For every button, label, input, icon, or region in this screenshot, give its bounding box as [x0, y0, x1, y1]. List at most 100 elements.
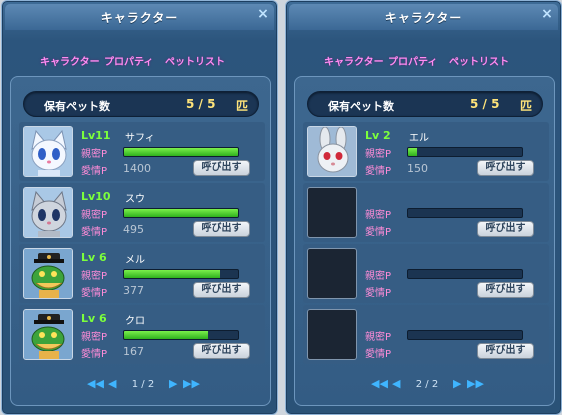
affection-value: 495 — [123, 223, 144, 236]
pet-slot[interactable]: 親密P 愛情P 呼び出す — [303, 244, 549, 303]
first-page-icon[interactable]: ◀◀ — [87, 377, 104, 390]
summon-button[interactable]: 呼び出す — [193, 282, 250, 298]
pet-count-bar: 保有ペット数 5 / 5 匹 — [307, 91, 543, 117]
prev-page-icon[interactable]: ◀ — [108, 377, 116, 390]
affection-label: 愛情P — [81, 349, 108, 360]
white-cat-pet-icon — [24, 127, 72, 176]
window-title: キャラクター — [100, 11, 179, 25]
close-icon[interactable]: × — [256, 7, 270, 21]
intimacy-bar — [407, 208, 523, 218]
pet-count-bar: 保有ペット数 5 / 5 匹 — [23, 91, 259, 117]
next-page-icon[interactable]: ▶ — [453, 377, 461, 390]
tab-property[interactable]: プロパティ — [388, 53, 437, 68]
affection-value: 167 — [123, 345, 144, 358]
pet-level: Lv 6 — [81, 251, 107, 264]
tab-character[interactable]: キャラクター — [40, 53, 100, 68]
page-indicator: 2 / 2 — [415, 379, 439, 390]
pet-list-window-1: キャラクター × キャラクター プロパティ ペットリスト 保有ペット数 5 / … — [1, 0, 278, 415]
summon-button[interactable]: 呼び出す — [477, 221, 534, 237]
tab-property[interactable]: プロパティ — [104, 53, 153, 68]
pet-slot[interactable]: Lv 6 クロ 親密P 愛情P 167 呼び出す — [19, 305, 265, 364]
intimacy-bar — [407, 147, 523, 157]
pet-slot[interactable]: Lv11 サフィ 親密P 愛情P 1400 呼び出す — [19, 122, 265, 181]
pager: ◀◀ ◀ 2 / 2 ▶ ▶▶ — [295, 377, 554, 393]
pet-list-panel: 保有ペット数 5 / 5 匹 Lv 2 エル 親密P 愛情P 150 呼び出す … — [294, 76, 555, 406]
affection-value: 1400 — [123, 162, 151, 175]
summon-button[interactable]: 呼び出す — [477, 160, 534, 176]
prev-page-icon[interactable]: ◀ — [392, 377, 400, 390]
intimacy-label: 親密P — [81, 210, 108, 221]
intimacy-bar — [123, 269, 239, 279]
tab-pet-list[interactable]: ペットリスト — [165, 53, 225, 68]
intimacy-bar — [407, 269, 523, 279]
intimacy-bar-fill — [124, 148, 238, 156]
pet-level: Lv 2 — [365, 129, 391, 142]
last-page-icon[interactable]: ▶▶ — [183, 377, 200, 390]
affection-label: 愛情P — [365, 349, 392, 360]
pet-count-label: 保有ペット数 — [328, 100, 394, 113]
intimacy-bar — [123, 208, 239, 218]
pet-portrait — [23, 187, 73, 238]
tab-bar: キャラクター プロパティ ペットリスト — [286, 53, 561, 69]
pet-count-unit: 匹 — [520, 99, 533, 113]
first-page-icon[interactable]: ◀◀ — [371, 377, 388, 390]
pet-portrait — [23, 126, 73, 177]
intimacy-bar-fill — [408, 148, 418, 156]
intimacy-bar-fill — [124, 270, 220, 278]
summon-button[interactable]: 呼び出す — [477, 343, 534, 359]
intimacy-label: 親密P — [365, 149, 392, 160]
intimacy-label: 親密P — [365, 210, 392, 221]
pet-name: サフィ — [125, 133, 155, 144]
tab-pet-list[interactable]: ペットリスト — [449, 53, 509, 68]
pet-level: Lv 6 — [81, 312, 107, 325]
affection-label: 愛情P — [81, 288, 108, 299]
pet-portrait — [307, 187, 357, 238]
pet-count-label: 保有ペット数 — [44, 100, 110, 113]
pet-list-window-2: キャラクター × キャラクター プロパティ ペットリスト 保有ペット数 5 / … — [285, 0, 562, 415]
pet-portrait — [23, 309, 73, 360]
pet-slot[interactable]: Lv 2 エル 親密P 愛情P 150 呼び出す — [303, 122, 549, 181]
tab-bar: キャラクター プロパティ ペットリスト — [2, 53, 277, 69]
affection-label: 愛情P — [81, 166, 108, 177]
intimacy-label: 親密P — [81, 149, 108, 160]
pet-portrait — [307, 126, 357, 177]
pet-count-value: 5 / 5 — [186, 97, 216, 111]
pager: ◀◀ ◀ 1 / 2 ▶ ▶▶ — [11, 377, 270, 393]
summon-button[interactable]: 呼び出す — [193, 343, 250, 359]
pet-slot[interactable]: Lv10 スウ 親密P 愛情P 495 呼び出す — [19, 183, 265, 242]
pet-name: エル — [409, 133, 429, 144]
tab-character[interactable]: キャラクター — [324, 53, 384, 68]
intimacy-label: 親密P — [81, 271, 108, 282]
intimacy-bar-fill — [124, 331, 209, 339]
page-indicator: 1 / 2 — [131, 379, 155, 390]
window-title: キャラクター — [384, 11, 463, 25]
affection-label: 愛情P — [365, 288, 392, 299]
pet-name: スウ — [125, 194, 145, 205]
pet-portrait — [307, 248, 357, 299]
summon-button[interactable]: 呼び出す — [193, 160, 250, 176]
pet-level: Lv10 — [81, 190, 111, 203]
rabbit-pet-icon — [308, 127, 356, 176]
pet-slot[interactable]: 親密P 愛情P 呼び出す — [303, 183, 549, 242]
gray-cat-pet-icon — [24, 188, 72, 237]
close-icon[interactable]: × — [540, 7, 554, 21]
intimacy-bar — [123, 147, 239, 157]
intimacy-bar — [407, 330, 523, 340]
intimacy-bar — [123, 330, 239, 340]
pet-count-value: 5 / 5 — [470, 97, 500, 111]
pet-name: メル — [125, 255, 145, 266]
pet-count-unit: 匹 — [236, 99, 249, 113]
affection-label: 愛情P — [365, 227, 392, 238]
pet-list-panel: 保有ペット数 5 / 5 匹 Lv11 サフィ 親密P 愛情P 1400 呼び出… — [10, 76, 271, 406]
last-page-icon[interactable]: ▶▶ — [467, 377, 484, 390]
affection-value: 377 — [123, 284, 144, 297]
affection-value: 150 — [407, 162, 428, 175]
summon-button[interactable]: 呼び出す — [193, 221, 250, 237]
summon-button[interactable]: 呼び出す — [477, 282, 534, 298]
affection-label: 愛情P — [81, 227, 108, 238]
pet-level: Lv11 — [81, 129, 111, 142]
pet-slot[interactable]: Lv 6 メル 親密P 愛情P 377 呼び出す — [19, 244, 265, 303]
pet-slot[interactable]: 親密P 愛情P 呼び出す — [303, 305, 549, 364]
next-page-icon[interactable]: ▶ — [169, 377, 177, 390]
affection-label: 愛情P — [365, 166, 392, 177]
